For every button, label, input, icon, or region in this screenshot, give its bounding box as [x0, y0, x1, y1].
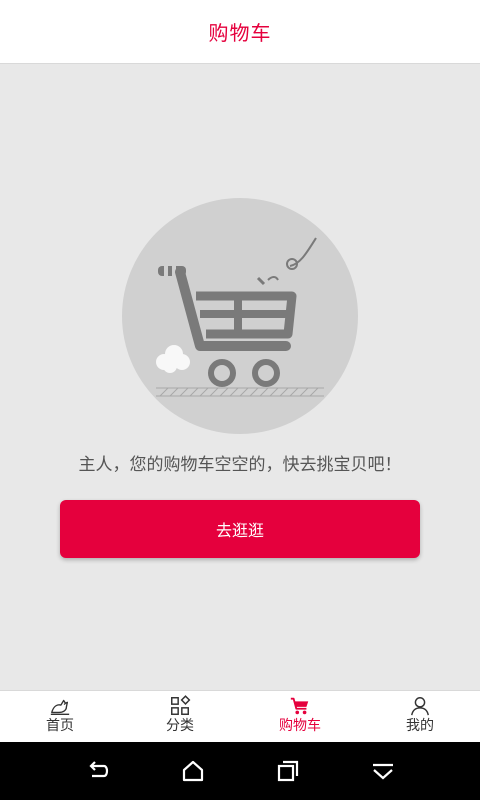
top-header: 购物车 — [0, 0, 480, 64]
tab-mine-label: 我的 — [406, 718, 434, 734]
hide-keyboard-icon — [372, 763, 393, 780]
go-shopping-button[interactable]: 去逛逛 — [60, 500, 420, 558]
back-button[interactable] — [74, 747, 122, 795]
back-icon — [88, 761, 108, 778]
empty-cart-message: 主人，您的购物车空空的，快去挑宝贝吧！ — [78, 455, 402, 475]
bottom-tab-bar: 首页 分类 购物车 我的 — [0, 690, 480, 742]
recents-button[interactable] — [264, 747, 312, 795]
tab-cart-label: 购物车 — [279, 718, 321, 734]
system-navigation-bar — [0, 742, 480, 800]
home-icon — [50, 699, 70, 715]
hide-keyboard-button[interactable] — [359, 747, 407, 795]
page-title: 购物车 — [208, 21, 272, 45]
tab-mine[interactable]: 我的 — [360, 691, 480, 742]
tab-category-label: 分类 — [166, 718, 194, 734]
recents-icon — [277, 760, 298, 782]
cart-icon — [290, 697, 309, 715]
empty-cart-illustration — [122, 198, 358, 434]
tab-category[interactable]: 分类 — [120, 691, 240, 742]
tab-home-label: 首页 — [46, 718, 74, 734]
empty-cart-content: 主人，您的购物车空空的，快去挑宝贝吧！ 去逛逛 — [0, 64, 480, 690]
category-icon — [171, 695, 191, 715]
home-button[interactable] — [169, 747, 217, 795]
tab-cart[interactable]: 购物车 — [240, 691, 360, 742]
user-icon — [411, 697, 429, 716]
home-nav-icon — [182, 760, 203, 782]
tab-home[interactable]: 首页 — [0, 691, 120, 742]
